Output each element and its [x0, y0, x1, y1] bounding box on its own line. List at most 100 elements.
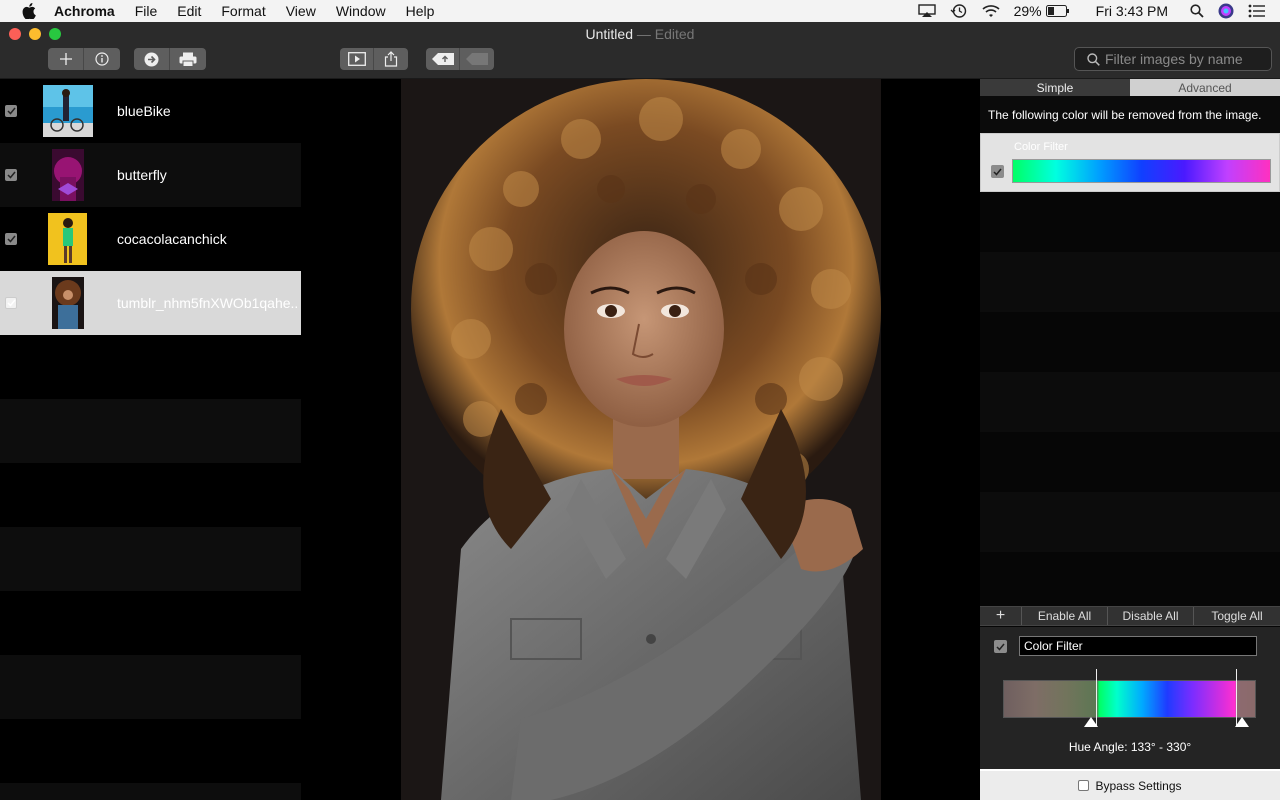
- empty-row: [980, 492, 1280, 552]
- color-filter-card[interactable]: Color Filter: [980, 133, 1280, 192]
- checkmark-icon: [6, 171, 16, 179]
- filter-panel: Simple Advanced The following color will…: [980, 79, 1280, 800]
- image-row-tumblr[interactable]: tumblr_nhm5fnXWOb1qahe...: [0, 271, 301, 335]
- image-row-checkbox[interactable]: [5, 297, 17, 309]
- printer-icon: [179, 52, 197, 67]
- hue-end-handle[interactable]: [1235, 717, 1249, 727]
- image-list: blueBike butterfly cocacolacanchick tumb…: [0, 79, 301, 800]
- send-right-button[interactable]: [460, 48, 494, 70]
- menu-app-name[interactable]: Achroma: [54, 3, 115, 19]
- empty-row: [0, 463, 301, 527]
- menu-file[interactable]: File: [135, 3, 158, 19]
- info-button[interactable]: [84, 48, 120, 70]
- window-title-edited: — Edited: [636, 26, 695, 42]
- time-machine-icon[interactable]: [950, 3, 968, 19]
- empty-row: [980, 432, 1280, 492]
- hue-start-handle[interactable]: [1084, 717, 1098, 727]
- bypass-checkbox[interactable]: [1078, 780, 1090, 791]
- toggle-all-button[interactable]: Toggle All: [1194, 607, 1280, 625]
- filter-editor: Hue Angle: 133° - 330°: [980, 627, 1280, 769]
- menu-view[interactable]: View: [286, 3, 316, 19]
- image-row-cocacolacanchick[interactable]: cocacolacanchick: [0, 207, 301, 271]
- menu-window[interactable]: Window: [336, 3, 386, 19]
- empty-row: [0, 719, 301, 783]
- filter-editor-checkbox[interactable]: [994, 640, 1007, 653]
- menu-format[interactable]: Format: [221, 3, 265, 19]
- image-row-name: blueBike: [117, 103, 171, 119]
- image-row-name: butterfly: [117, 167, 167, 183]
- checkmark-icon: [6, 235, 16, 243]
- bypass-label: Bypass Settings: [1095, 778, 1182, 793]
- image-row-checkbox[interactable]: [5, 233, 17, 245]
- search-field[interactable]: [1074, 47, 1272, 71]
- arrow-right-circle-icon: [144, 52, 159, 66]
- notification-center-icon[interactable]: [1248, 4, 1266, 18]
- empty-row: [0, 399, 301, 463]
- share-button[interactable]: [374, 48, 408, 70]
- menu-help[interactable]: Help: [406, 3, 435, 19]
- export-print-group: [134, 48, 206, 70]
- filter-name-input[interactable]: [1019, 636, 1257, 656]
- empty-row: [980, 372, 1280, 432]
- hue-range-slider[interactable]: [1003, 680, 1256, 718]
- menu-clock[interactable]: Fri 3:43 PM: [1096, 3, 1168, 19]
- empty-row: [980, 312, 1280, 372]
- image-thumbnail: [52, 277, 84, 329]
- slideshow-share-group: [340, 48, 408, 70]
- share-icon: [384, 51, 398, 67]
- preview-image: [401, 79, 881, 800]
- play-icon: [347, 52, 366, 66]
- checkmark-icon: [6, 299, 16, 307]
- export-button[interactable]: [134, 48, 170, 70]
- image-thumbnail: [43, 85, 93, 137]
- empty-row: [980, 552, 1280, 606]
- apple-icon[interactable]: [22, 3, 36, 19]
- empty-row: [0, 335, 301, 399]
- image-row-bluebike[interactable]: blueBike: [0, 79, 301, 143]
- checkmark-icon: [6, 107, 16, 115]
- enable-all-button[interactable]: Enable All: [1022, 607, 1108, 625]
- image-row-name: tumblr_nhm5fnXWOb1qahe...: [117, 295, 297, 311]
- panel-description: The following color will be removed from…: [980, 96, 1280, 133]
- upload-group: [426, 48, 494, 70]
- empty-row: [0, 783, 301, 800]
- image-row-checkbox[interactable]: [5, 105, 17, 117]
- slideshow-button[interactable]: [340, 48, 374, 70]
- bypass-settings[interactable]: Bypass Settings: [980, 769, 1280, 800]
- print-button[interactable]: [170, 48, 206, 70]
- empty-row: [0, 591, 301, 655]
- battery-percent: 29%: [1013, 3, 1042, 19]
- airplay-icon[interactable]: [917, 4, 936, 18]
- empty-row: [0, 655, 301, 719]
- window-title: Untitled — Edited: [0, 26, 1280, 42]
- tab-simple[interactable]: Simple: [980, 79, 1130, 96]
- wifi-icon[interactable]: [982, 4, 1000, 18]
- empty-row: [980, 252, 1280, 312]
- menu-bar: Achroma File Edit Format View Window Hel…: [0, 0, 1280, 22]
- window-toolbar: Untitled — Edited: [0, 22, 1280, 79]
- tag-disabled-icon: [466, 53, 488, 65]
- image-canvas[interactable]: [302, 79, 980, 800]
- checkmark-icon: [996, 643, 1005, 651]
- send-left-button[interactable]: [426, 48, 460, 70]
- color-filter-enabled-checkbox[interactable]: [991, 165, 1004, 178]
- image-row-butterfly[interactable]: butterfly: [0, 143, 301, 207]
- search-input[interactable]: [1105, 51, 1265, 67]
- spotlight-search-icon[interactable]: [1190, 4, 1204, 18]
- add-info-group: [48, 48, 120, 70]
- image-row-checkbox[interactable]: [5, 169, 17, 181]
- hue-angle-label: Hue Angle: 133° - 330°: [1068, 740, 1192, 754]
- search-icon: [1087, 52, 1100, 66]
- filter-actions-bar: + Enable All Disable All Toggle All: [980, 606, 1280, 626]
- image-thumbnail: [48, 213, 87, 265]
- tab-advanced[interactable]: Advanced: [1130, 79, 1280, 96]
- menu-edit[interactable]: Edit: [177, 3, 201, 19]
- plus-icon: [59, 53, 72, 65]
- battery-icon[interactable]: [1045, 5, 1070, 17]
- add-filter-button[interactable]: +: [980, 607, 1022, 625]
- disable-all-button[interactable]: Disable All: [1108, 607, 1194, 625]
- siri-icon[interactable]: [1218, 3, 1234, 19]
- window-title-name: Untitled: [585, 26, 633, 42]
- add-image-button[interactable]: [48, 48, 84, 70]
- info-icon: [95, 52, 109, 66]
